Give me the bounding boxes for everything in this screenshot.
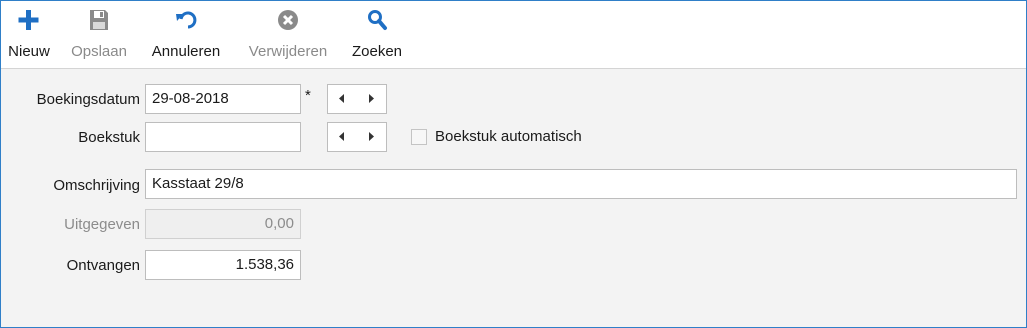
booking-date-stepper: [327, 84, 387, 114]
floppy-disk-icon: [90, 10, 108, 30]
chevron-right-icon: [369, 94, 374, 103]
chevron-right-icon: [369, 132, 374, 141]
spent-field: 0,00: [145, 209, 301, 239]
delete-button-label: Verwijderen: [248, 43, 328, 60]
next-arrow-button[interactable]: [358, 123, 387, 151]
booking-date-field[interactable]: 29-08-2018: [145, 84, 301, 114]
delete-button[interactable]: Verwijderen: [239, 1, 337, 67]
save-button-label: Opslaan: [71, 43, 127, 60]
form-window: Nieuw Opslaan Annuleren Verwijderen Zoek…: [0, 0, 1027, 328]
voucher-stepper: [327, 122, 387, 152]
voucher-label: Boekstuk: [78, 129, 140, 146]
description-field[interactable]: Kasstaat 29/8: [145, 169, 1017, 199]
previous-arrow-button[interactable]: [328, 123, 357, 151]
save-button[interactable]: Opslaan: [63, 1, 135, 67]
delete-circle-icon: [278, 10, 298, 30]
required-marker: *: [305, 87, 311, 104]
spent-label: Uitgegeven: [64, 216, 140, 233]
chevron-left-icon: [339, 94, 344, 103]
received-label: Ontvangen: [66, 257, 140, 274]
undo-icon: [176, 11, 197, 29]
previous-arrow-button[interactable]: [328, 85, 357, 113]
search-button[interactable]: Zoeken: [345, 1, 409, 67]
toolbar: Nieuw Opslaan Annuleren Verwijderen Zoek…: [1, 1, 1026, 69]
voucher-field[interactable]: [145, 122, 301, 152]
cancel-button-label: Annuleren: [151, 43, 221, 60]
plus-icon: [18, 10, 39, 30]
auto-voucher-checkbox[interactable]: [411, 129, 427, 145]
chevron-left-icon: [339, 132, 344, 141]
received-field[interactable]: 1.538,36: [145, 250, 301, 280]
new-button[interactable]: Nieuw: [1, 1, 57, 67]
search-icon: [368, 10, 387, 30]
booking-date-label: Boekingsdatum: [36, 91, 140, 108]
cancel-button[interactable]: Annuleren: [143, 1, 229, 67]
next-arrow-button[interactable]: [358, 85, 387, 113]
new-button-label: Nieuw: [8, 43, 50, 60]
search-button-label: Zoeken: [351, 43, 403, 60]
auto-voucher-label: Boekstuk automatisch: [435, 128, 582, 145]
description-label: Omschrijving: [53, 177, 140, 194]
